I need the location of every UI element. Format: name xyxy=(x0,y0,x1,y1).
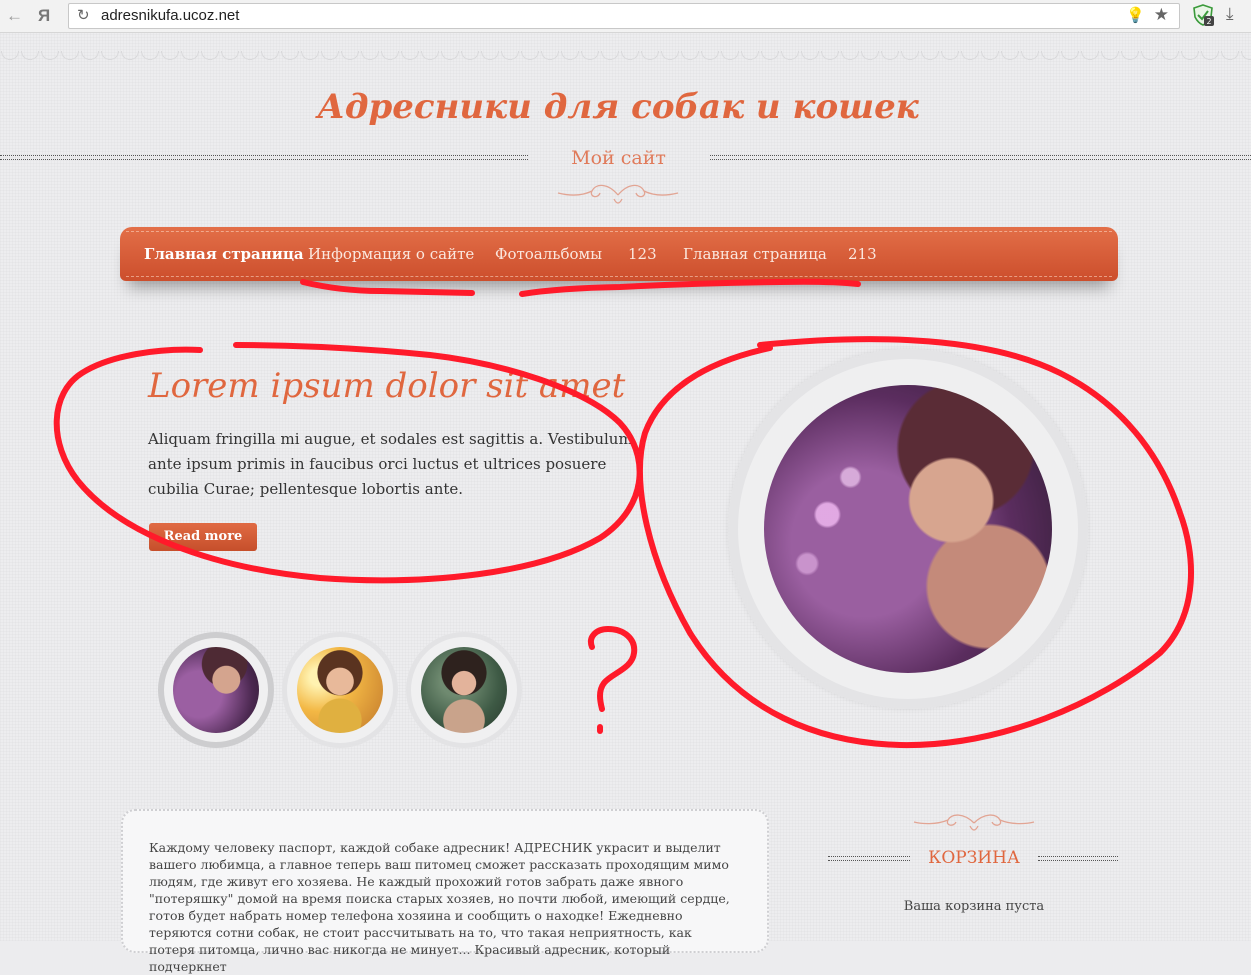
cart-empty-text: Ваша корзина пуста xyxy=(903,899,1045,914)
download-icon[interactable]: ⤓ xyxy=(1226,4,1234,24)
menu-underline-2 xyxy=(519,278,861,297)
menu-item-home[interactable]: Главная страница xyxy=(144,245,304,263)
menu-item-123[interactable]: 123 xyxy=(628,245,657,263)
intro-paragraph: Каждому человеку паспорт, каждой собаке … xyxy=(149,840,730,974)
back-arrow-icon[interactable]: ← xyxy=(6,6,23,26)
bookmark-star-icon[interactable]: ★ xyxy=(1154,5,1169,25)
shield-extension-icon[interactable]: 2 xyxy=(1192,4,1214,26)
extension-badge: 2 xyxy=(1206,17,1211,26)
hero-text: Aliquam fringilla mi augue, et sodales e… xyxy=(148,430,633,498)
scalloped-border xyxy=(0,51,1251,65)
thumbnail-photo-1[interactable] xyxy=(173,647,259,733)
site-title[interactable]: Адресники для собак и кошек xyxy=(0,87,1236,127)
flourish-ornament-icon xyxy=(557,184,679,204)
featured-photo xyxy=(764,385,1052,673)
reload-icon[interactable]: ↻ xyxy=(77,6,90,24)
browser-toolbar: ← Я ↻ adresnikufa.ucoz.net 💡 ★ 2 ⤓ xyxy=(0,0,1251,33)
cart-divider-right xyxy=(1038,856,1118,861)
cart-divider-left xyxy=(828,856,910,861)
address-bar[interactable]: ↻ adresnikufa.ucoz.net 💡 ★ xyxy=(68,3,1180,29)
menu-item-home-2[interactable]: Главная страница xyxy=(683,245,827,263)
thumbnail-photo-2[interactable] xyxy=(297,647,383,733)
menu-item-213[interactable]: 213 xyxy=(848,245,877,263)
cart-title: КОРЗИНА xyxy=(928,848,1020,868)
question-mark-curve xyxy=(588,626,638,712)
site-subtitle: Мой сайт xyxy=(571,147,666,169)
protect-bulb-icon[interactable]: 💡 xyxy=(1126,6,1145,24)
sidebar-flourish-icon xyxy=(913,814,1035,831)
subtitle-divider-right xyxy=(710,155,1251,160)
menu-underline-1 xyxy=(300,279,475,296)
intro-text-box: Каждому человеку паспорт, каждой собаке … xyxy=(121,809,769,974)
web-page: Адресники для собак и кошек Мой сайт Гла… xyxy=(0,33,1251,974)
subtitle-divider-left xyxy=(0,155,528,160)
menu-item-photo-albums[interactable]: Фотоальбомы xyxy=(495,245,602,263)
main-menu: Главная страница Информация о сайте Фото… xyxy=(120,227,1118,281)
menu-item-about[interactable]: Информация о сайте xyxy=(308,245,474,263)
thumbnail-photo-3[interactable] xyxy=(421,647,507,733)
address-url[interactable]: adresnikufa.ucoz.net xyxy=(101,7,239,24)
read-more-button[interactable]: Read more xyxy=(149,523,257,551)
hero-title: Lorem ipsum dolor sit amet xyxy=(148,366,626,406)
yandex-logo-icon[interactable]: Я xyxy=(38,6,50,26)
